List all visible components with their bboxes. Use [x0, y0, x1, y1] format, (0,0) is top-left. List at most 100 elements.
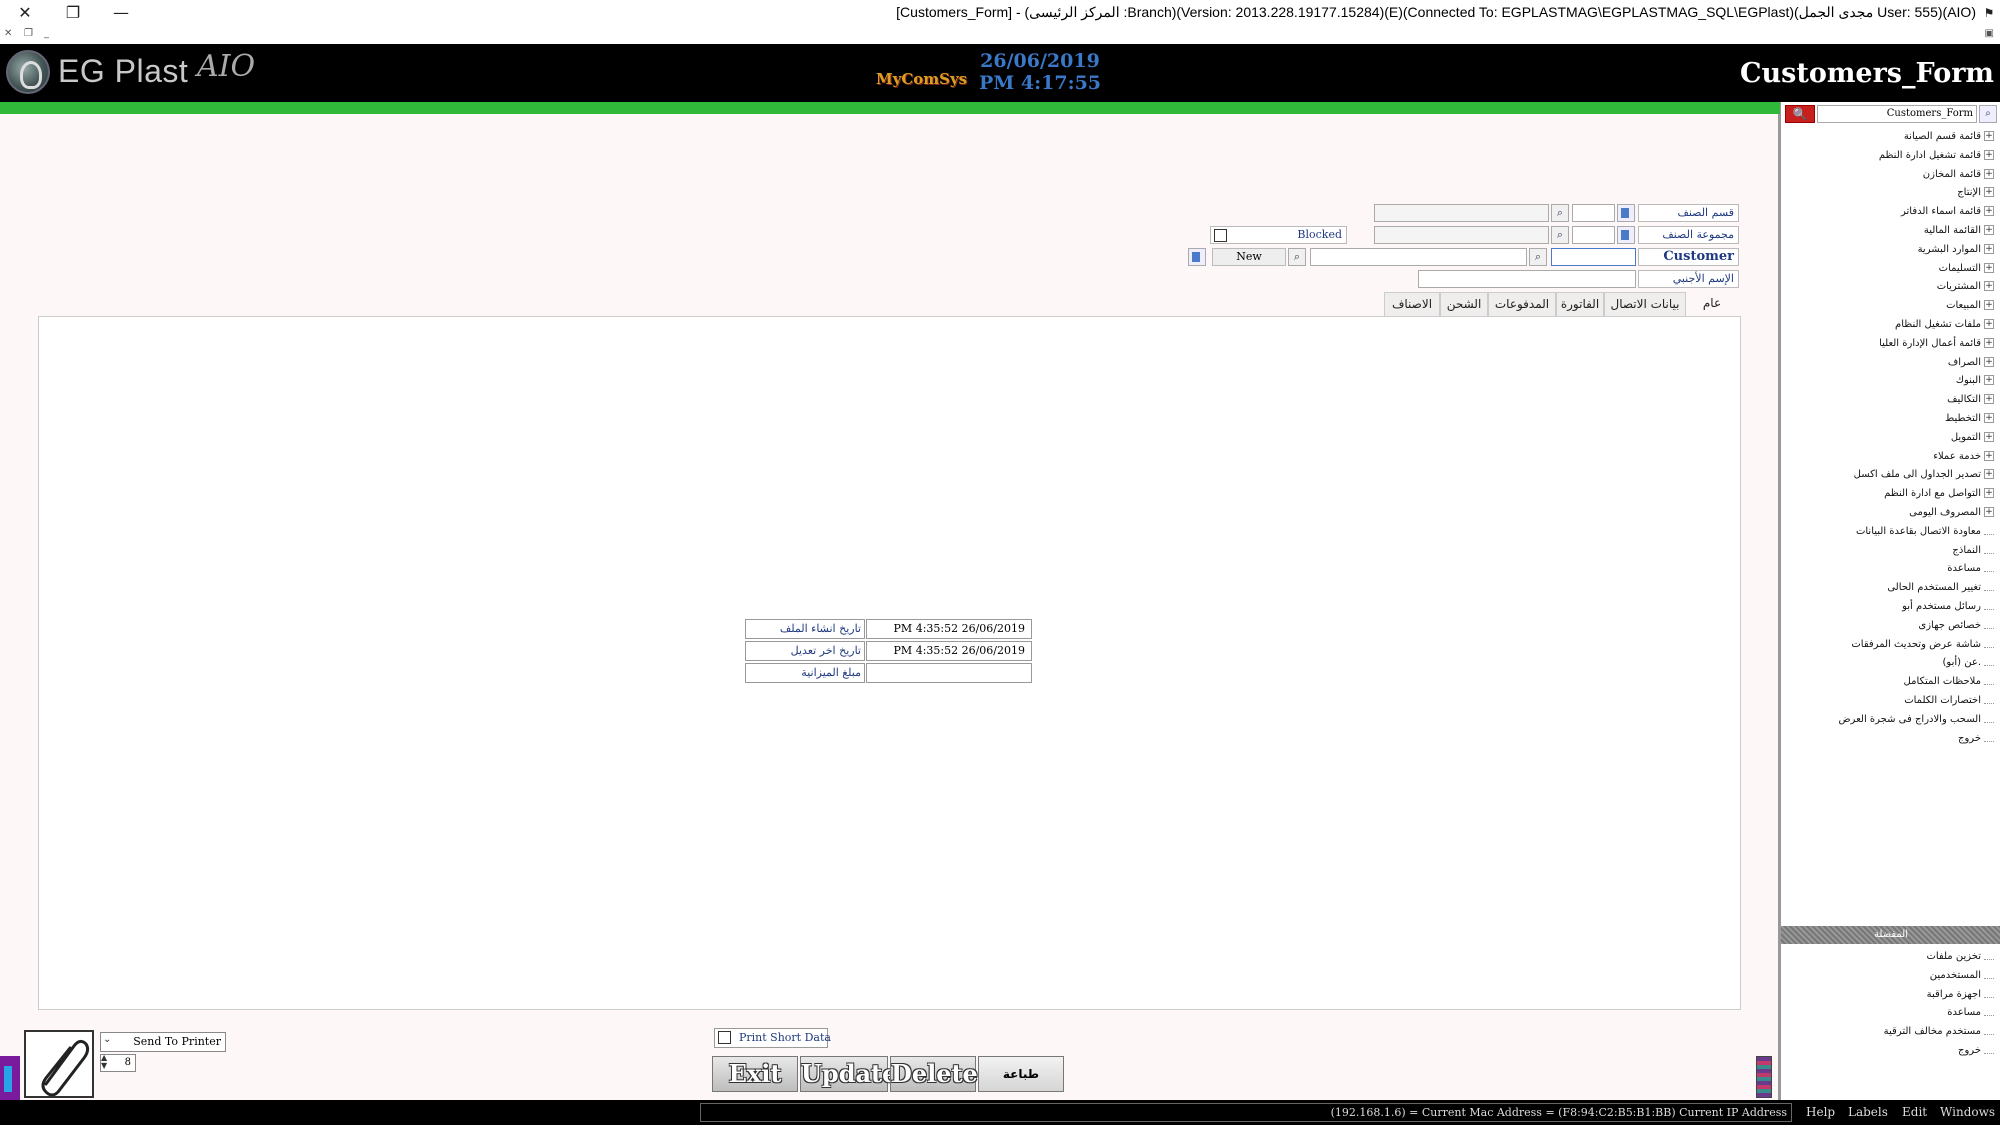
expand-icon[interactable]: + [1984, 262, 1994, 273]
expand-icon[interactable]: + [1984, 206, 1994, 217]
expand-icon[interactable]: + [1984, 281, 1994, 292]
group-search-icon[interactable]: ⌕ [1551, 226, 1569, 244]
blocked-checkbox[interactable] [1214, 229, 1227, 242]
tab-payments[interactable]: المدفوعات [1488, 292, 1556, 316]
new-button[interactable]: New [1212, 248, 1286, 266]
tree-item[interactable]: البنوك + [1956, 372, 1994, 390]
tree-item[interactable]: شاشة عرض وتحديث المرفقات [1851, 636, 1994, 654]
update-button[interactable]: Update [800, 1056, 897, 1092]
customer-search-icon[interactable]: ⌕ [1529, 248, 1547, 266]
tree-item[interactable]: قائمة قسم الصيانة + [1904, 128, 1994, 146]
tree-item[interactable]: التخطيط + [1945, 410, 1994, 428]
color-strip-icon[interactable] [1756, 1056, 1772, 1098]
tree-item[interactable]: المصروف اليومى + [1909, 504, 1994, 522]
tree-item[interactable]: مساعدة [1947, 560, 1994, 578]
send-to-printer-select[interactable]: Send To Printer [100, 1032, 226, 1052]
expand-icon[interactable]: + [1984, 168, 1994, 179]
tree-item[interactable]: قائمة اسماء الدفاتر + [1901, 203, 1994, 221]
tree-item[interactable]: القائمة المالية + [1924, 222, 1994, 240]
expand-icon[interactable]: + [1984, 507, 1994, 517]
tree-item[interactable]: الإنتاج + [1957, 184, 1994, 202]
tree-item[interactable]: التمويل + [1951, 429, 1994, 447]
tree-item[interactable]: رسائل مستخدم أبو [1902, 598, 1994, 616]
category-search-icon[interactable]: ⌕ [1551, 204, 1569, 222]
tree-item[interactable]: المشتريات + [1937, 278, 1994, 296]
group-lookup-icon[interactable] [1617, 226, 1635, 244]
tree-item[interactable]: عن (أبو). [1943, 654, 1994, 672]
print-short-data-checkbox[interactable] [718, 1031, 731, 1044]
print-button[interactable]: طباعة [978, 1056, 1064, 1092]
menu-help[interactable]: Help [1806, 1105, 1835, 1119]
expand-icon[interactable]: + [1984, 187, 1994, 198]
tree-item[interactable]: معاودة الاتصال بقاعدة البيانات [1856, 523, 1994, 541]
tree-item[interactable]: تصدير الجداول الى ملف اكسل + [1854, 466, 1994, 484]
tree-item[interactable]: الصراف + [1948, 354, 1994, 372]
search-icon[interactable]: 🔍 [1785, 105, 1815, 123]
favorite-item[interactable]: تخزين ملفات [1926, 948, 1994, 966]
customer-code-input[interactable] [1551, 248, 1636, 266]
tab-contact[interactable]: بيانات الاتصال [1604, 292, 1686, 316]
tree-item[interactable]: تغيير المستخدم الحالى [1887, 579, 1994, 597]
sidebar-search-input[interactable]: Customers_Form [1817, 105, 1977, 123]
favorite-item[interactable]: المستخدمين [1930, 967, 1994, 985]
expand-icon[interactable]: + [1984, 243, 1994, 254]
tab-items[interactable]: الاصناف [1384, 292, 1440, 316]
tree-item[interactable]: قائمة تشغيل ادارة النظم + [1879, 147, 1994, 165]
side-toolbar-tab[interactable] [0, 1056, 20, 1100]
tree-item[interactable]: الموارد البشرية + [1918, 241, 1994, 259]
delete-button[interactable]: Delete [890, 1056, 978, 1092]
expand-icon[interactable]: + [1984, 375, 1994, 386]
expand-icon[interactable]: + [1984, 356, 1994, 367]
category-code-input[interactable] [1572, 204, 1615, 222]
customer-lookup-icon[interactable] [1188, 248, 1206, 266]
tab-general[interactable]: عام [1686, 292, 1738, 316]
zoom-search-icon[interactable]: ⌕ [1979, 105, 1997, 123]
menu-edit[interactable]: Edit [1902, 1105, 1927, 1119]
expand-icon[interactable]: + [1984, 319, 1994, 329]
expand-icon[interactable]: + [1984, 337, 1994, 348]
attachment-button[interactable] [24, 1030, 94, 1098]
menu-labels[interactable]: Labels [1848, 1105, 1888, 1119]
expand-icon[interactable]: + [1984, 488, 1994, 499]
favorite-item[interactable]: اجهزة مراقبة [1927, 986, 1994, 1004]
tree-item[interactable]: خصائص جهازى [1918, 617, 1994, 635]
menu-windows[interactable]: Windows [1940, 1105, 1995, 1119]
tree-item[interactable]: اختصارات الكلمات [1904, 692, 1994, 710]
expand-icon[interactable]: + [1984, 431, 1994, 442]
foreign-name-input[interactable] [1418, 270, 1636, 288]
exit-button[interactable]: Exit [712, 1056, 798, 1092]
category-lookup-icon[interactable] [1617, 204, 1635, 222]
expand-icon[interactable]: + [1984, 300, 1994, 311]
favorite-item[interactable]: مستخدم مخالف الترقية [1884, 1023, 1994, 1041]
customer-name-input[interactable] [1310, 248, 1527, 266]
mdi-close-icon[interactable]: ✕ [4, 28, 12, 39]
favorite-item[interactable]: خروج [1958, 1042, 1994, 1060]
tree-item[interactable]: السحب والادراج فى شجرة العرض [1838, 711, 1994, 729]
tree-item[interactable]: ملاحظات المتكامل [1904, 673, 1994, 691]
mdi-minimize-icon[interactable]: _ [44, 28, 49, 39]
category-name-input[interactable] [1374, 204, 1549, 222]
tree-item[interactable]: خدمة عملاء + [1933, 448, 1994, 466]
tree-item[interactable]: قائمة أعمال الإدارة العليا + [1879, 335, 1994, 353]
expand-icon[interactable]: + [1984, 225, 1994, 235]
tree-item[interactable]: خروج [1958, 730, 1994, 748]
expand-icon[interactable]: + [1984, 394, 1994, 405]
tree-item[interactable]: التسليمات + [1939, 260, 1994, 278]
chevron-down-icon[interactable]: ⌄ [103, 1034, 111, 1045]
tree-item[interactable]: ملفات تشغيل النظام + [1895, 316, 1994, 334]
customer-browse-icon[interactable]: ⌕ [1288, 248, 1306, 266]
expand-icon[interactable]: + [1984, 149, 1994, 160]
stepper-arrows-icon[interactable]: ▲ ▼ [101, 1054, 107, 1070]
group-code-input[interactable] [1572, 226, 1615, 244]
tab-shipping[interactable]: الشحن [1440, 292, 1488, 316]
minimize-icon[interactable]: — [110, 2, 132, 24]
expand-icon[interactable]: + [1984, 131, 1994, 141]
mdi-restore-icon[interactable]: ❐ [24, 28, 33, 39]
tree-item[interactable]: التواصل مع ادارة النظم + [1884, 485, 1994, 503]
close-icon[interactable]: ✕ [14, 2, 36, 24]
tree-item[interactable]: التكاليف + [1947, 391, 1994, 409]
budget-value[interactable] [866, 663, 1032, 683]
favorite-item[interactable]: مساعدة [1947, 1004, 1994, 1022]
expand-icon[interactable]: + [1984, 413, 1994, 423]
tree-item[interactable]: النماذج [1952, 542, 1994, 560]
